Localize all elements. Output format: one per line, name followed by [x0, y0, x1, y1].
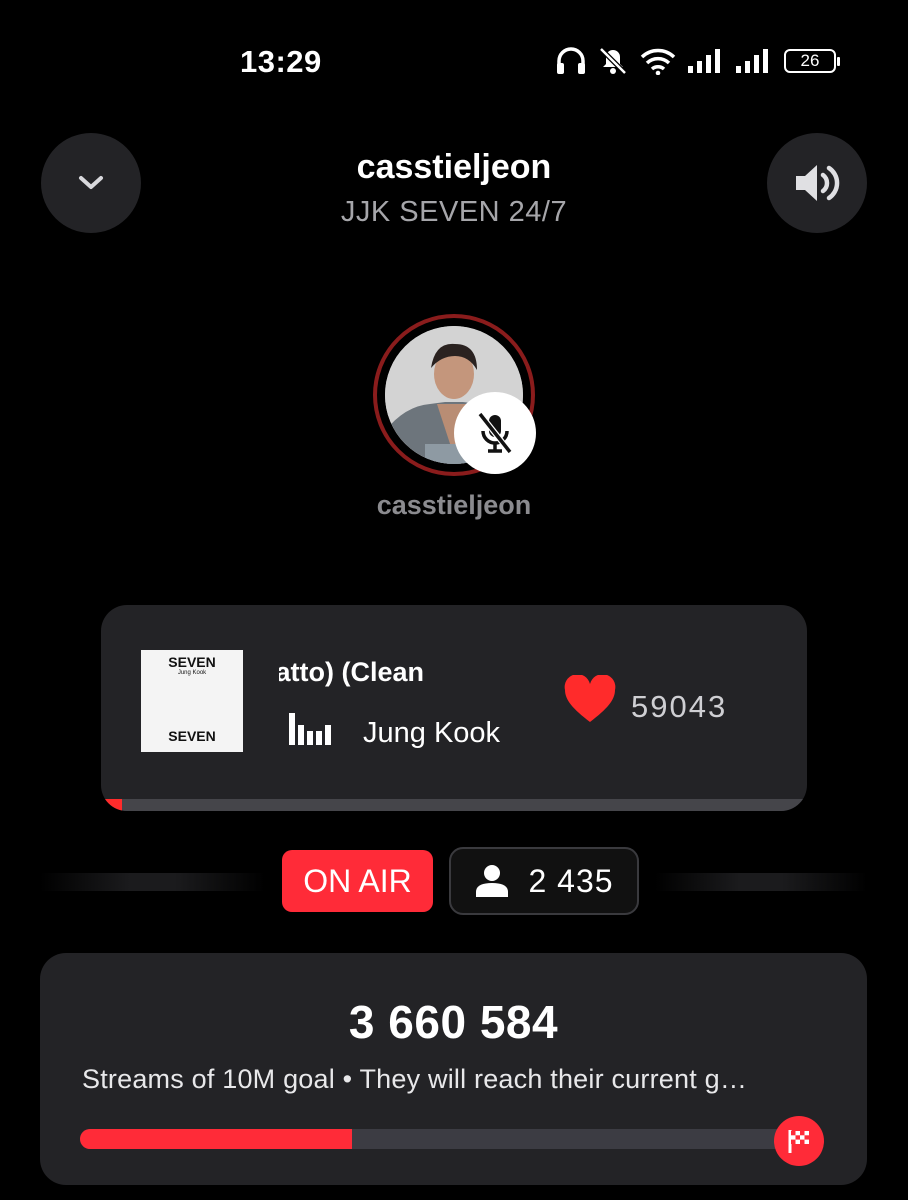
now-playing-card[interactable]: SEVEN Jung Kook SEVEN (feat. Latto) (Cle… [101, 605, 807, 811]
mic-muted-icon [477, 412, 513, 454]
signal-icon [688, 49, 720, 73]
likes-count: 59043 [631, 689, 728, 724]
divider-left [40, 873, 265, 891]
heart-icon[interactable] [563, 675, 617, 725]
goal-flag-badge [774, 1116, 824, 1166]
status-icons: 26 [556, 44, 840, 78]
goal-progress-bar [80, 1129, 822, 1149]
bell-muted-icon [599, 47, 627, 75]
cover-title-bottom: SEVEN [168, 728, 216, 744]
on-air-badge: ON AIR [282, 850, 433, 912]
track-progress-fill [101, 799, 123, 811]
cover-artist: Jung Kook [177, 670, 207, 676]
listeners-count: 2 435 [528, 862, 614, 899]
track-progress-bar[interactable] [101, 799, 807, 811]
goal-card[interactable]: 3 660 584 Streams of 10M goal • They wil… [40, 953, 867, 1185]
battery-level: 26 [800, 51, 820, 70]
album-cover: SEVEN Jung Kook SEVEN [141, 650, 243, 752]
wifi-icon [640, 48, 676, 75]
listeners-button[interactable]: 2 435 [449, 847, 639, 915]
battery-icon: 26 [784, 49, 840, 73]
equalizer-icon [289, 713, 331, 745]
volume-button[interactable] [767, 133, 867, 233]
person-icon [476, 865, 509, 897]
signal-icon [736, 49, 768, 73]
goal-description: Streams of 10M goal • They will reach th… [82, 1064, 748, 1094]
goal-count: 3 660 584 [348, 996, 559, 1048]
checkered-flag-icon [788, 1130, 809, 1153]
track-title-text: (feat. Latto) (Clean [279, 657, 425, 687]
status-time: 13:29 [240, 44, 322, 79]
speaker-icon [796, 165, 840, 201]
host-name[interactable]: casstieljeon [0, 490, 908, 521]
mic-muted-badge [454, 392, 536, 474]
cover-title: SEVEN [168, 654, 216, 670]
track-title: (feat. Latto) (Clean [279, 657, 515, 688]
track-artist: Jung Kook [363, 717, 501, 749]
divider-right [655, 873, 867, 891]
goal-progress-fill [80, 1129, 352, 1149]
headphones-icon [557, 47, 585, 74]
